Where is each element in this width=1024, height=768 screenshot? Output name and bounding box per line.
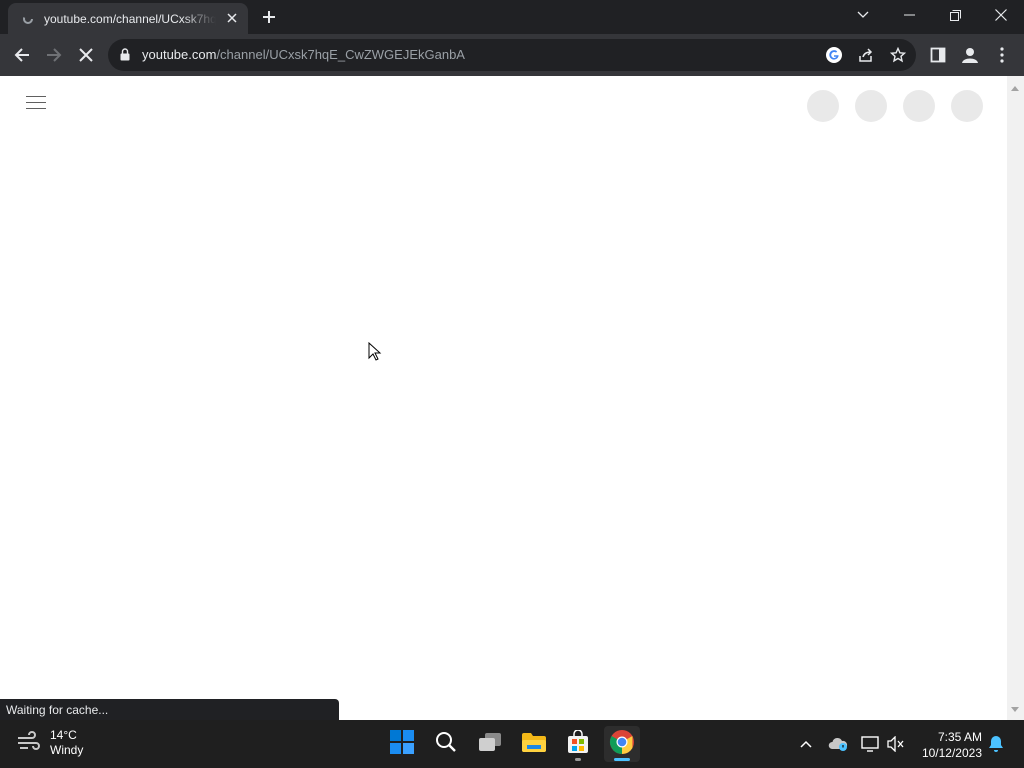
windows-taskbar: 14°C Windy 7:35 AM 10/12/2023: [0, 720, 1024, 768]
windows-logo-icon: [390, 729, 414, 759]
task-view-button[interactable]: [472, 726, 508, 762]
url-host: youtube.com: [142, 47, 217, 62]
system-clock[interactable]: 7:35 AM 10/12/2023: [922, 729, 982, 761]
forward-icon[interactable]: [42, 43, 66, 67]
minimize-icon[interactable]: [886, 0, 932, 30]
notification-bell-icon[interactable]: [986, 734, 1006, 754]
weather-widget[interactable]: 14°C Windy: [16, 728, 83, 758]
onedrive-icon[interactable]: [828, 734, 848, 754]
tab-title: youtube.com/channel/UCxsk7hqE_CwZWGEJEkG…: [44, 11, 216, 26]
store-icon: [566, 728, 590, 759]
lock-icon[interactable]: [120, 48, 130, 66]
url-path: /channel/UCxsk7hqE_CwZWGEJEkGanbA: [216, 47, 465, 62]
status-bubble: Waiting for cache...: [0, 699, 339, 720]
stop-loading-icon[interactable]: [74, 43, 98, 67]
profile-icon[interactable]: [958, 43, 982, 67]
browser-toolbar: youtube.com/channel/UCxsk7hqE_CwZWGEJEkG…: [0, 34, 1024, 76]
volume-muted-icon[interactable]: [886, 734, 906, 754]
google-icon[interactable]: [824, 45, 844, 65]
mouse-cursor-icon: [368, 341, 382, 367]
clock-date: 10/12/2023: [921, 746, 982, 760]
page-scrollbar[interactable]: [1007, 76, 1024, 720]
task-view-icon: [478, 732, 502, 757]
new-tab-icon[interactable]: [259, 7, 279, 27]
url-text: youtube.com/channel/UCxsk7hqE_CwZWGEJEkG…: [142, 47, 465, 62]
show-hidden-icons-chevron-icon[interactable]: [796, 734, 816, 754]
tab-close-icon[interactable]: [224, 10, 240, 26]
search-icon: [435, 731, 457, 758]
share-icon[interactable]: [856, 45, 876, 65]
star-icon[interactable]: [888, 45, 908, 65]
microsoft-store-button[interactable]: [560, 726, 596, 762]
folder-icon: [521, 731, 547, 758]
weather-temperature: 14°C: [50, 728, 77, 742]
start-button[interactable]: [384, 726, 420, 762]
running-indicator: [575, 758, 581, 761]
taskbar-search-button[interactable]: [428, 726, 464, 762]
loading-placeholder-circle: [807, 90, 839, 122]
weather-condition: Windy: [50, 743, 84, 757]
address-bar[interactable]: youtube.com/channel/UCxsk7hqE_CwZWGEJEkG…: [108, 39, 916, 71]
windy-weather-icon: [16, 730, 42, 757]
scroll-down-arrow-icon[interactable]: [1011, 700, 1019, 718]
page-content: [0, 76, 1007, 720]
restore-icon[interactable]: [932, 0, 978, 30]
loading-placeholder-circle: [903, 90, 935, 122]
side-panel-icon[interactable]: [926, 43, 950, 67]
menu-icon[interactable]: [990, 43, 1014, 67]
network-display-icon[interactable]: [860, 734, 880, 754]
file-explorer-button[interactable]: [516, 726, 552, 762]
scroll-up-arrow-icon[interactable]: [1011, 78, 1019, 96]
chrome-icon: [609, 729, 635, 760]
active-indicator: [614, 758, 630, 761]
loading-favicon-icon: [22, 13, 34, 25]
close-window-icon[interactable]: [978, 0, 1024, 30]
hamburger-menu-icon[interactable]: [26, 96, 46, 112]
back-icon[interactable]: [10, 43, 34, 67]
tab-search-icon[interactable]: [840, 0, 886, 30]
loading-placeholder-circle: [951, 90, 983, 122]
chrome-taskbar-button[interactable]: [604, 726, 640, 762]
loading-placeholder-circle: [855, 90, 887, 122]
browser-tab[interactable]: youtube.com/channel/UCxsk7hqE_CwZWGEJEkG…: [8, 3, 248, 34]
clock-time: 7:35 AM: [937, 730, 982, 744]
browser-titlebar: youtube.com/channel/UCxsk7hqE_CwZWGEJEkG…: [0, 0, 1024, 34]
